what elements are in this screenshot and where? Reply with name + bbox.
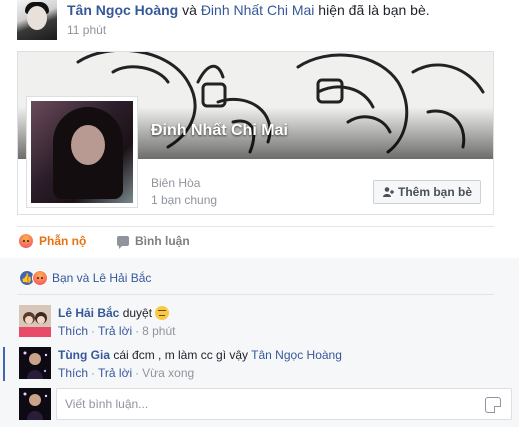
connector-text: và: [178, 2, 201, 18]
viewer-avatar[interactable]: [19, 388, 51, 420]
comment-button[interactable]: Bình luận: [117, 234, 190, 249]
actor-name-link[interactable]: Tân Ngọc Hoàng: [67, 2, 178, 18]
comment-like-link[interactable]: Thích: [58, 366, 88, 380]
friend-name-link[interactable]: Đinh Nhất Chi Mai: [201, 2, 315, 18]
comment-input-box[interactable]: [56, 388, 512, 420]
react-button[interactable]: Phẫn nộ: [19, 234, 86, 248]
post-header: Tân Ngọc Hoàng và Đinh Nhất Chi Mai hiện…: [17, 0, 517, 42]
actor-avatar[interactable]: [17, 0, 57, 40]
action-text: hiện đã là bạn bè.: [314, 2, 430, 18]
comment-time[interactable]: Vừa xong: [142, 366, 194, 380]
profile-card: Đinh Nhất Chi Mai Biên Hòa 1 bạn chung T…: [17, 51, 494, 215]
action-bar-divider: [17, 226, 494, 227]
comment-meta: Thích · Trả lời · 8 phút: [58, 324, 176, 338]
comment-mention[interactable]: Tân Ngọc Hoàng: [251, 348, 342, 362]
comment-body: Tùng Gia cái đcm , m làm cc gì vậy Tân N…: [58, 348, 342, 362]
comment-text: cái đcm , m làm cc gì vậy: [113, 348, 249, 362]
add-friend-icon: [382, 186, 394, 198]
card-location: Biên Hòa: [151, 176, 201, 190]
comment-text: duyệt: [122, 306, 153, 320]
neutral-face-emoji-icon: [155, 306, 170, 320]
feedback-divider: [17, 294, 494, 295]
comment-meta: Thích · Trả lời · Vừa xong: [58, 366, 195, 380]
comment-label: Bình luận: [135, 234, 190, 248]
comment-input[interactable]: [57, 389, 457, 419]
commenter-avatar[interactable]: [19, 347, 51, 379]
comment-reply-link[interactable]: Trả lời: [98, 324, 132, 338]
comment-author[interactable]: Lê Hải Bắc: [58, 306, 119, 320]
comment-time[interactable]: 8 phút: [142, 324, 175, 338]
post-headline: Tân Ngọc Hoàng và Đinh Nhất Chi Mai hiện…: [67, 2, 430, 18]
new-comment-indicator: [3, 347, 5, 381]
comment-reply-link[interactable]: Trả lời: [98, 366, 132, 380]
reactions-summary[interactable]: 👍 Bạn và Lê Hải Bắc: [19, 270, 151, 286]
add-friend-label: Thêm bạn bè: [397, 185, 472, 199]
card-profile-name[interactable]: Đinh Nhất Chi Mai: [151, 122, 288, 140]
sticker-icon[interactable]: [485, 397, 501, 413]
angry-reaction-icon: [32, 270, 48, 286]
feedback-section: 👍 Bạn và Lê Hải Bắc Lê Hải Bắc duyệt Thí…: [0, 258, 519, 427]
comment-composer: [19, 388, 512, 422]
comment-body: Lê Hải Bắc duyệt: [58, 306, 170, 320]
comment-icon: [117, 236, 129, 249]
reactions-summary-text[interactable]: Bạn và Lê Hải Bắc: [52, 271, 151, 285]
profile-picture[interactable]: [26, 96, 138, 208]
comment-author[interactable]: Tùng Gia: [58, 348, 110, 362]
commenter-avatar[interactable]: [19, 305, 51, 337]
post-timestamp[interactable]: 11 phút: [67, 23, 106, 37]
add-friend-button[interactable]: Thêm bạn bè: [373, 180, 481, 204]
mutual-friends-link[interactable]: 1 bạn chung: [151, 193, 217, 207]
react-label: Phẫn nộ: [39, 234, 87, 248]
angry-reaction-icon: [19, 234, 33, 248]
comment-like-link[interactable]: Thích: [58, 324, 88, 338]
